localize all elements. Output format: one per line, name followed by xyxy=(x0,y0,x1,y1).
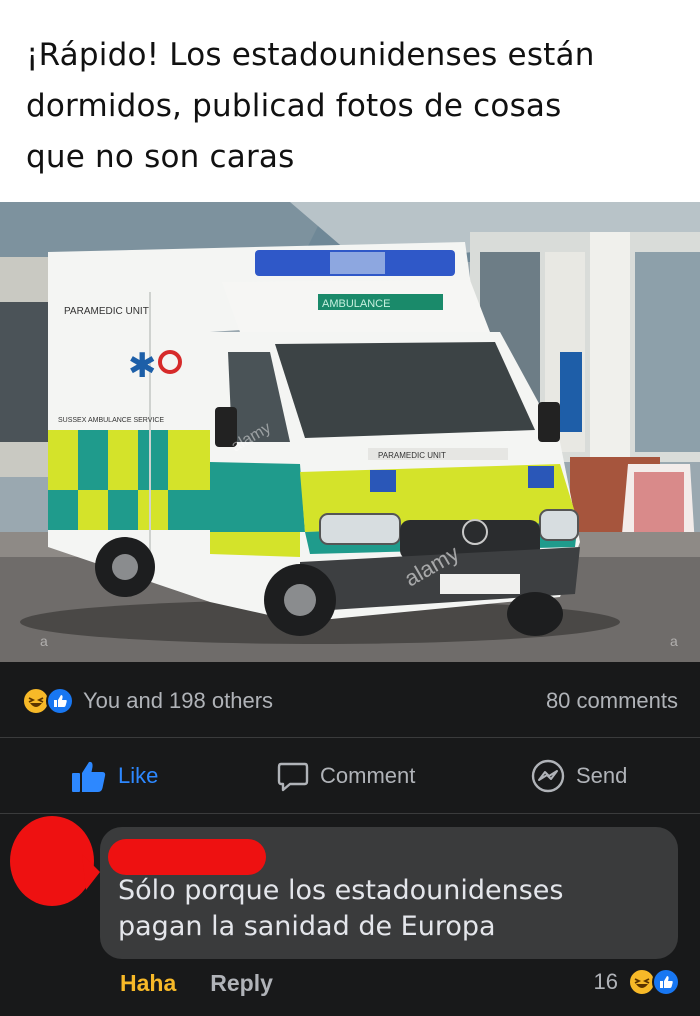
roof-label: AMBULANCE xyxy=(322,298,390,310)
reactions-summary-text[interactable]: You and 198 others xyxy=(83,688,273,714)
reaction-icons[interactable] xyxy=(22,687,78,717)
comment-reactions[interactable]: 16 xyxy=(594,968,680,996)
haha-reaction-button[interactable]: Haha xyxy=(120,970,176,997)
watermark-letter: a xyxy=(40,633,48,649)
send-label: Send xyxy=(576,763,628,788)
ambulance-photo: ✱ PARAMEDIC UNIT SUSSEX AMBULANCE SERVIC… xyxy=(0,202,700,662)
comment-actions: Haha Reply xyxy=(120,970,273,997)
post-action-bar: Like Comment Send xyxy=(0,738,700,814)
comment-icon xyxy=(277,762,309,792)
post-caption: ¡Rápido! Los estadounidenses están dormi… xyxy=(0,0,700,202)
redacted-author-name[interactable] xyxy=(108,839,266,875)
send-button[interactable]: Send xyxy=(530,758,627,794)
side-sub-label: SUSSEX AMBULANCE SERVICE xyxy=(58,417,164,424)
comment-item: Sólo porque los estadounidenses pagan la… xyxy=(0,814,700,1016)
thumbs-up-icon xyxy=(72,761,106,792)
like-icon xyxy=(46,687,74,715)
like-button[interactable]: Like xyxy=(70,758,158,794)
comment-reaction-icons xyxy=(628,968,680,996)
reply-button[interactable]: Reply xyxy=(210,970,273,997)
watermark-letter-right: a xyxy=(670,633,678,649)
side-label: PARAMEDIC UNIT xyxy=(64,306,149,317)
comments-count[interactable]: 80 comments xyxy=(546,688,678,714)
comment-bubble[interactable]: Sólo porque los estadounidenses pagan la… xyxy=(100,827,678,959)
comment-reaction-count: 16 xyxy=(593,969,618,994)
like-label: Like xyxy=(118,763,159,788)
messenger-icon xyxy=(531,759,565,793)
hood-label: PARAMEDIC UNIT xyxy=(378,451,446,460)
comment-button[interactable]: Comment xyxy=(276,758,415,794)
post-photo[interactable]: ✱ PARAMEDIC UNIT SUSSEX AMBULANCE SERVIC… xyxy=(0,202,700,662)
reactions-summary-bar: You and 198 others 80 comments xyxy=(0,662,700,738)
comment-label: Comment xyxy=(320,763,416,788)
comment-text: Sólo porque los estadounidenses pagan la… xyxy=(118,875,564,942)
svg-text:✱: ✱ xyxy=(128,346,157,386)
like-icon xyxy=(652,968,680,996)
caption-text: ¡Rápido! Los estadounidenses están dormi… xyxy=(26,37,595,175)
